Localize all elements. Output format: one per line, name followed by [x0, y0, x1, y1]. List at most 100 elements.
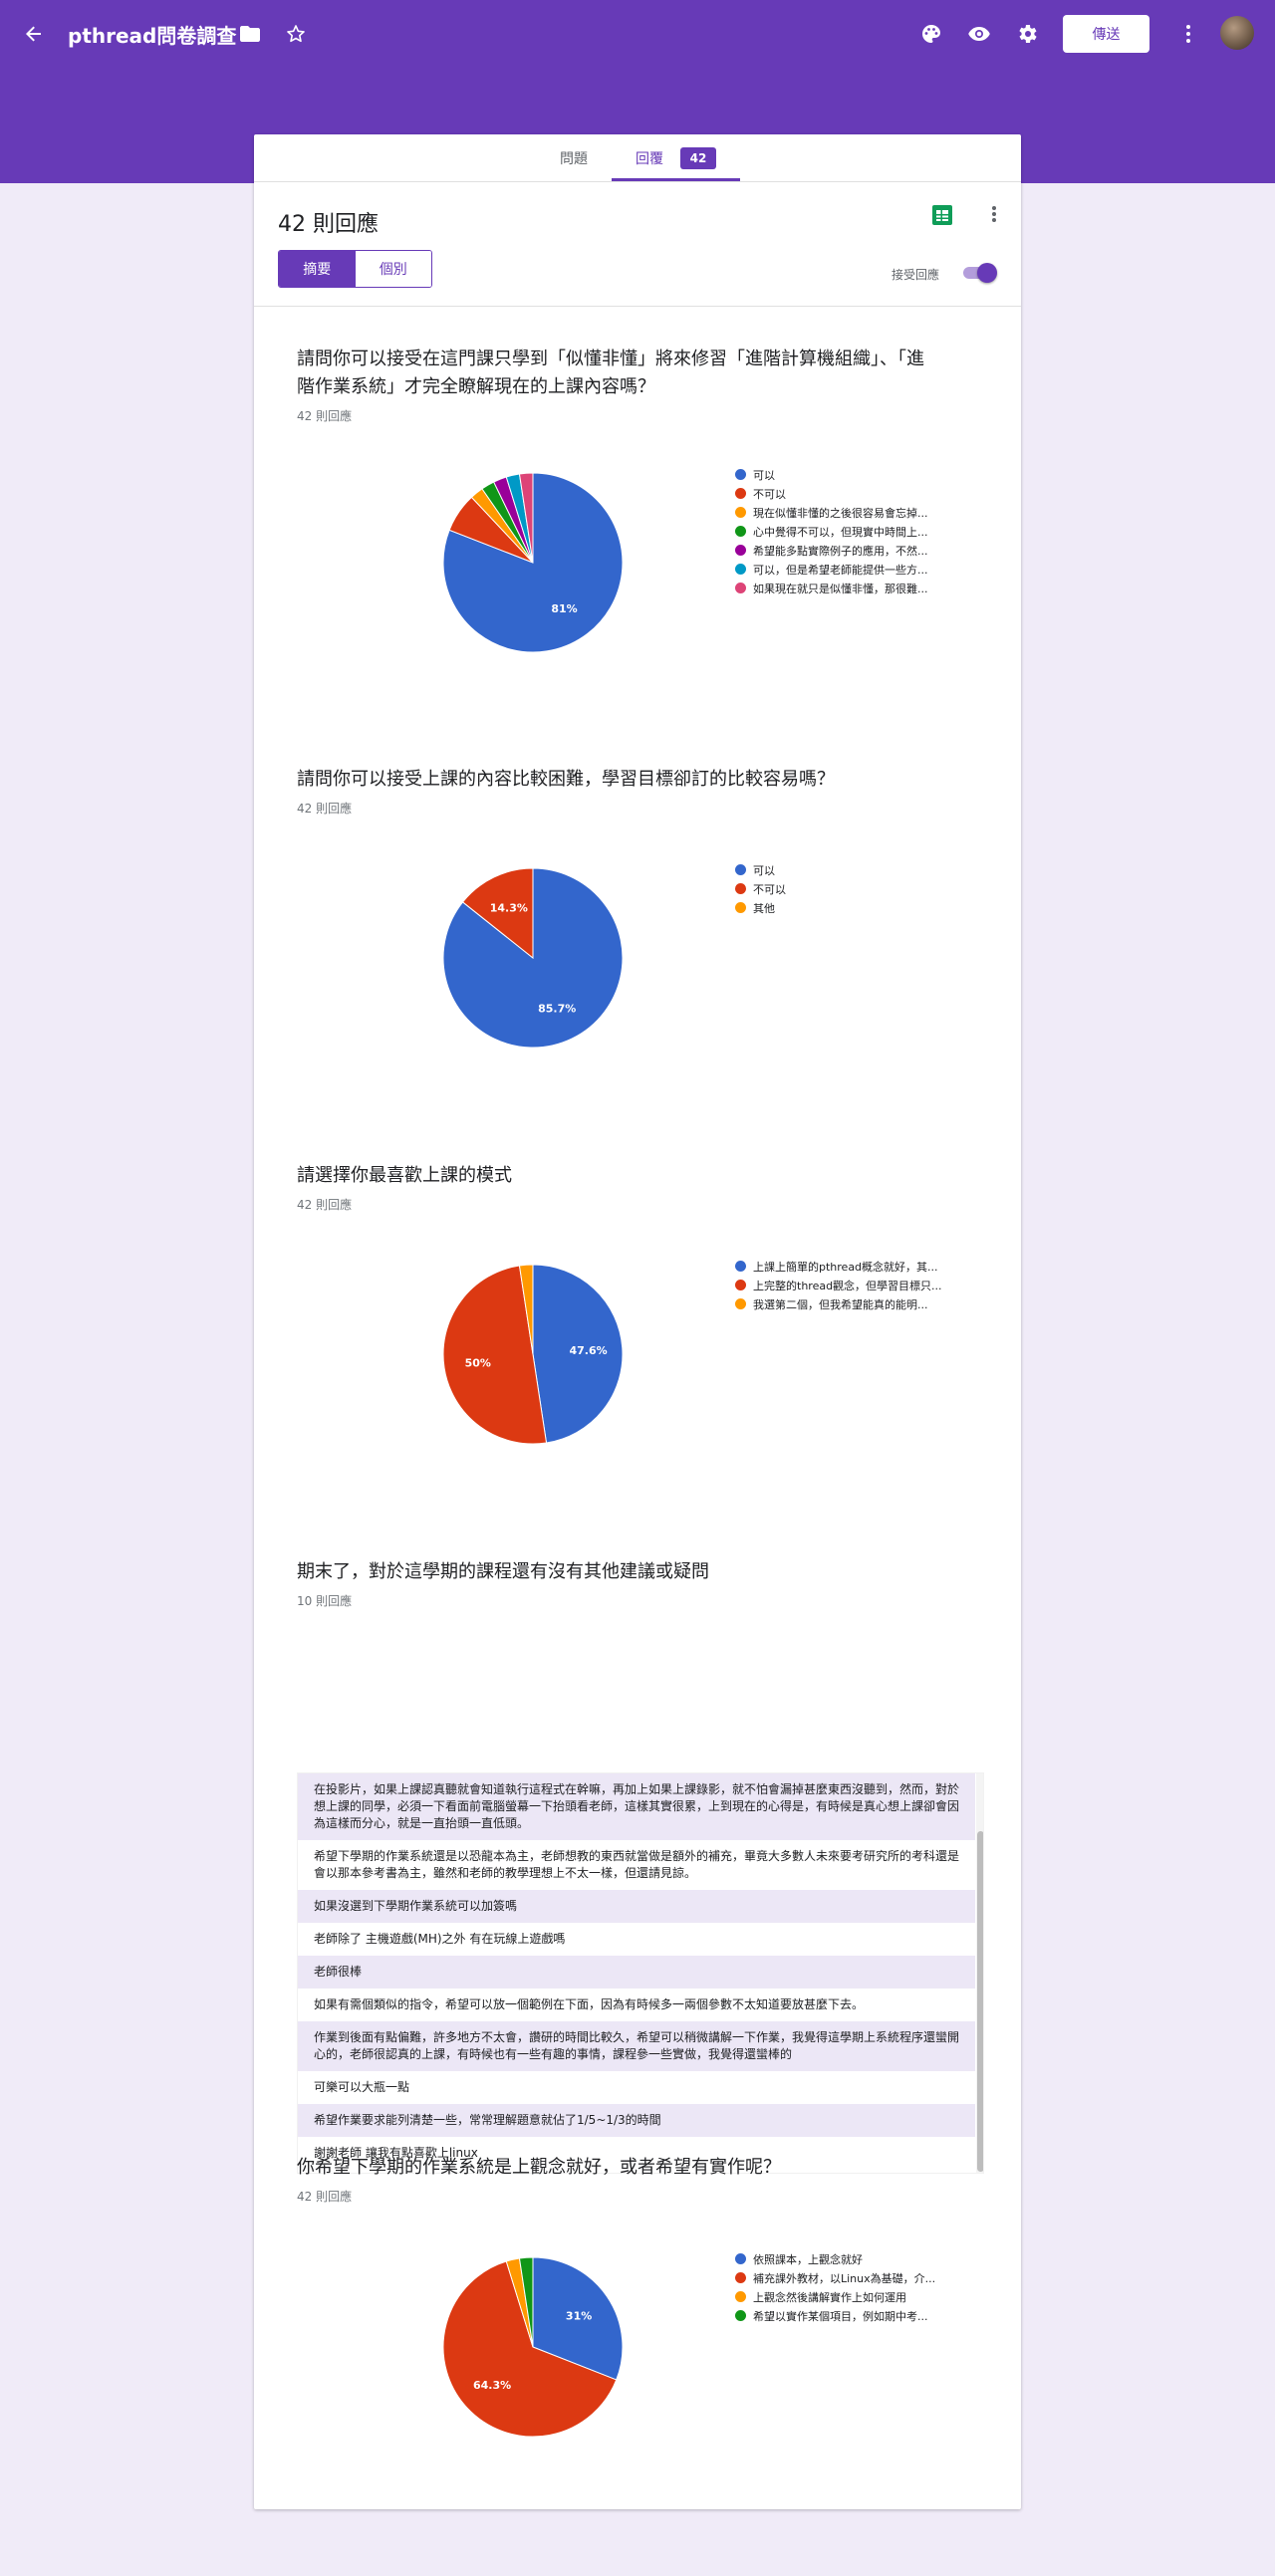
scrollbar[interactable] [976, 1773, 983, 2173]
legend-item: 可以 [735, 860, 786, 879]
legend-label: 可以，但是希望老師能提供一些方... [753, 563, 928, 577]
legend-swatch [735, 507, 746, 518]
legend-item: 可以，但是希望老師能提供一些方... [735, 560, 928, 579]
user-avatar[interactable] [1220, 16, 1254, 50]
pie-data-label: 14.3% [490, 902, 528, 915]
legend-item: 補充課外教材，以Linux為基礎，介... [735, 2268, 935, 2287]
question-title: 請問你可以接受在這門課只學到「似懂非懂」將來修習「進階計算機組織」、「進階作業系… [297, 349, 924, 397]
question-card-2: 請問你可以接受上課的內容比較困難，學習目標卻訂的比較容易嗎？ 42 則回應 [297, 766, 934, 817]
legend-swatch [735, 583, 746, 593]
back-arrow-icon[interactable] [18, 18, 50, 50]
palette-icon[interactable] [916, 19, 946, 49]
text-response-row: 在投影片，如果上課認真聽就會知道執行這程式在幹嘛，再加上如果上課錄影，就不怕會漏… [298, 1773, 975, 1840]
question-response-count: 42 則回應 [297, 409, 353, 423]
text-response-row: 老師很棒 [298, 1956, 975, 1989]
legend-swatch [735, 545, 746, 556]
pie-chart-4: 31% 64.3% [442, 2256, 624, 2438]
question-title: 期末了，對於這學期的課程還有沒有其他建議或疑問 [297, 1561, 709, 1582]
accepting-responses-toggle[interactable] [961, 263, 997, 283]
question-response-count: 42 則回應 [297, 2190, 353, 2204]
legend-item: 不可以 [735, 879, 786, 898]
legend-swatch [735, 2310, 746, 2321]
text-response-row: 希望下學期的作業系統還是以恐龍本為主，老師想教的東西就當做是額外的補充，畢竟大多… [298, 1840, 975, 1890]
question-response-count: 10 則回應 [297, 1594, 353, 1608]
chart-legend-3: 上課上簡單的pthread概念就好，其... 上完整的thread觀念，但學習目標… [735, 1257, 942, 1313]
tab-responses[interactable]: 回覆 [636, 148, 663, 168]
pie-chart-3: 47.6% 50% [442, 1264, 624, 1445]
responses-card: 問題 回覆 42 42 則回應 摘要 個別 接受回應 請問你可以接受在這門課只學… [254, 134, 1021, 2509]
question-title: 請問你可以接受上課的內容比較困難，學習目標卻訂的比較容易嗎？ [297, 769, 835, 790]
chart-legend-1: 可以不可以現在似懂非懂的之後很容易會忘掉... 心中覺得不可以，但現實中時間上..… [735, 465, 928, 597]
legend-label: 補充課外教材，以Linux為基礎，介... [753, 2271, 936, 2285]
text-response-row: 作業到後面有點偏難，許多地方不太會，讚研的時間比較久，希望可以稍微講解一下作業，… [298, 2021, 975, 2071]
legend-swatch [735, 2291, 746, 2302]
question-response-count: 42 則回應 [297, 802, 353, 816]
legend-label: 上觀念然後講解實作上如何運用 [753, 2290, 906, 2304]
responses-more-icon[interactable] [986, 204, 1002, 226]
settings-gear-icon[interactable] [1012, 19, 1042, 49]
scrollbar-thumb[interactable] [977, 1831, 983, 2172]
question-response-count: 42 則回應 [297, 1198, 353, 1212]
legend-label: 上完整的thread觀念，但學習目標只... [753, 1279, 942, 1292]
legend-item: 不可以 [735, 484, 928, 503]
legend-label: 希望能多點實際例子的應用，不然... [753, 544, 928, 558]
legend-label: 可以 [753, 863, 775, 877]
tab-questions[interactable]: 問題 [560, 148, 588, 168]
active-tab-indicator [612, 178, 740, 181]
pie-data-label: 85.7% [538, 1002, 576, 1015]
legend-label: 其他 [753, 901, 775, 915]
legend-label: 不可以 [753, 882, 786, 896]
legend-label: 上課上簡單的pthread概念就好，其... [753, 1260, 938, 1274]
legend-item: 現在似懂非懂的之後很容易會忘掉... [735, 503, 928, 522]
legend-swatch [735, 902, 746, 913]
legend-item: 我選第二個，但我希望能真的能明... [735, 1294, 942, 1313]
legend-item: 如果現在就只是似懂非懂，那很難... [735, 579, 928, 597]
folder-icon[interactable] [235, 19, 265, 49]
question-card-4: 期末了，對於這學期的課程還有沒有其他建議或疑問 10 則回應 [297, 1558, 934, 1609]
pie-data-label: 64.3% [473, 2379, 511, 2392]
legend-item: 依照課本，上觀念就好 [735, 2249, 935, 2268]
summary-view-button[interactable]: 摘要 [279, 251, 356, 287]
accepting-responses-label: 接受回應 [892, 268, 940, 282]
more-vert-icon[interactable] [1175, 19, 1201, 49]
legend-swatch [735, 488, 746, 499]
question-title: 你希望下學期的作業系統是上觀念就好，或者希望有實作呢？ [297, 2157, 781, 2178]
chart-legend-2: 可以 不可以 其他 [735, 860, 786, 917]
preview-eye-icon[interactable] [964, 19, 994, 49]
legend-item: 希望能多點實際例子的應用，不然... [735, 541, 928, 560]
text-responses-list: 在投影片，如果上課認真聽就會知道執行這程式在幹嘛，再加上如果上課錄影，就不怕會漏… [297, 1772, 984, 2174]
legend-swatch [735, 864, 746, 875]
responses-title: 42 則回應 [278, 212, 379, 237]
view-toggle: 摘要 個別 [278, 250, 432, 288]
individual-view-button[interactable]: 個別 [355, 251, 431, 287]
question-card-5: 你希望下學期的作業系統是上觀念就好，或者希望有實作呢？ 42 則回應 [297, 2154, 934, 2205]
star-icon[interactable] [281, 19, 311, 49]
pie-chart-2: 85.7% 14.3% [442, 867, 624, 1049]
legend-swatch [735, 2272, 746, 2283]
text-response-row: 可樂可以大瓶一點 [298, 2071, 975, 2104]
header-divider [254, 306, 1021, 307]
legend-swatch [735, 526, 746, 537]
send-button[interactable]: 傳送 [1063, 15, 1149, 53]
question-title: 請選擇你最喜歡上課的模式 [297, 1165, 512, 1186]
text-response-row: 如果有需個類似的指令，希望可以放一個範例在下面，因為有時候多一兩個參數不太知道要… [298, 1989, 975, 2021]
legend-swatch [735, 564, 746, 575]
pie-data-label: 47.6% [570, 1344, 608, 1357]
legend-label: 可以 [753, 468, 775, 482]
legend-item: 上課上簡單的pthread概念就好，其... [735, 1257, 942, 1276]
tab-bar: 問題 回覆 42 [254, 134, 1021, 182]
legend-item: 希望以實作某個項目，例如期中考... [735, 2306, 935, 2325]
legend-label: 不可以 [753, 487, 786, 501]
sheets-icon[interactable] [931, 204, 953, 226]
legend-swatch [735, 1298, 746, 1309]
legend-item: 其他 [735, 898, 786, 917]
text-response-row: 老師除了 主機遊戲(MH)之外 有在玩線上遊戲嗎 [298, 1923, 975, 1956]
legend-label: 希望以實作某個項目，例如期中考... [753, 2309, 928, 2323]
legend-label: 心中覺得不可以，但現實中時間上... [753, 525, 928, 539]
legend-label: 我選第二個，但我希望能真的能明... [753, 1297, 928, 1311]
legend-swatch [735, 1261, 746, 1272]
form-title[interactable]: pthread問卷調查 [68, 20, 236, 49]
legend-swatch [735, 2253, 746, 2264]
legend-swatch [735, 469, 746, 480]
response-count-badge: 42 [680, 147, 716, 169]
